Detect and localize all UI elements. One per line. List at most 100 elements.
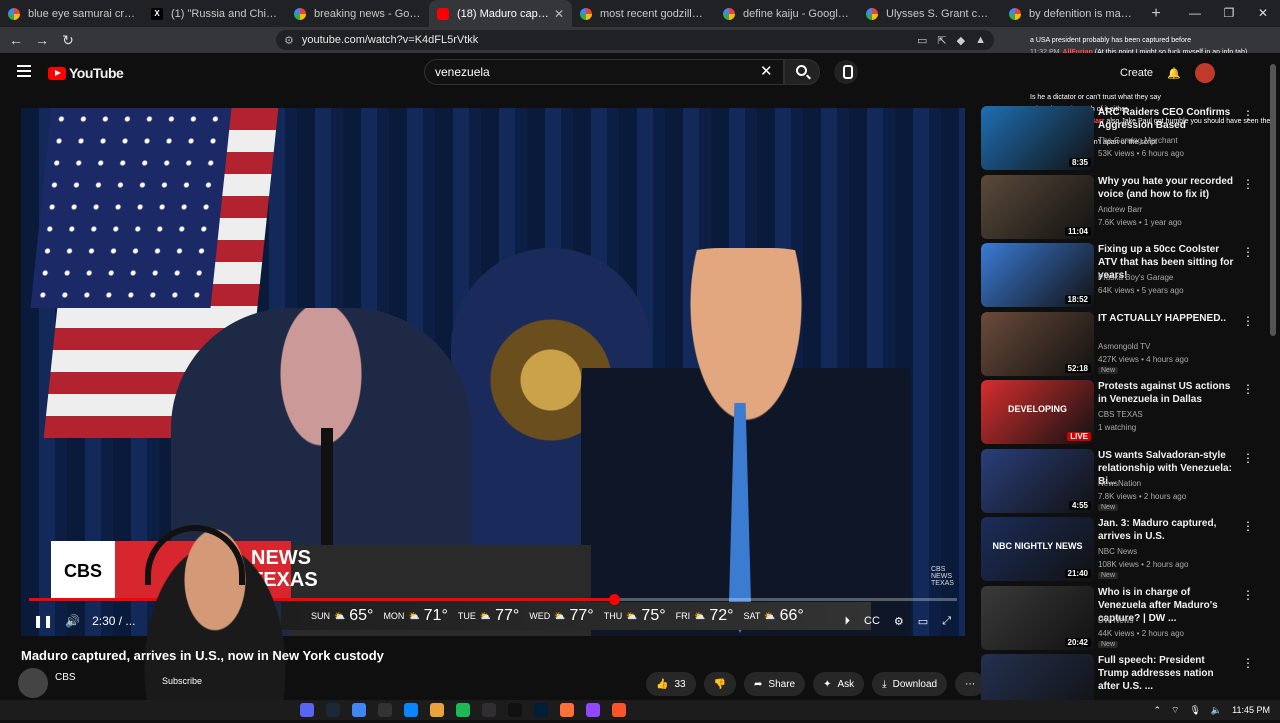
create-button[interactable]: Create xyxy=(1120,67,1153,79)
network-icon[interactable]: ⌔ xyxy=(1171,705,1179,716)
subscribe-button[interactable]: Subscribe xyxy=(162,676,202,686)
share-button[interactable]: ➦ Share xyxy=(744,672,806,696)
browser-icon[interactable] xyxy=(352,703,366,717)
miniplayer-icon[interactable]: ▭ xyxy=(918,615,928,628)
maximize-button[interactable]: ❐ xyxy=(1212,0,1246,27)
minimize-button[interactable]: — xyxy=(1178,0,1212,27)
recommended-video[interactable]: 11:04 Why you hate your recorded voice (… xyxy=(980,174,1265,244)
more-options-icon[interactable]: ⋮ xyxy=(1242,108,1254,122)
dislike-button[interactable]: 👎 xyxy=(703,672,737,696)
close-tab-icon[interactable]: ✕ xyxy=(554,7,564,21)
brave-shield-icon[interactable]: ◆ xyxy=(957,34,965,47)
video-thumbnail[interactable]: DEVELOPING LIVE xyxy=(981,380,1094,444)
more-options-icon[interactable]: ⋮ xyxy=(1242,519,1254,533)
recommended-video[interactable]: DEVELOPING LIVE Protests against US actio… xyxy=(980,380,1265,449)
voice-search-button[interactable] xyxy=(834,60,858,84)
autoplay-toggle[interactable]: ⏵ xyxy=(845,615,851,628)
video-thumbnail[interactable]: 8:35 xyxy=(981,106,1094,170)
video-thumbnail[interactable]: NBC NIGHTLY NEWS 21:40 xyxy=(981,517,1094,581)
discord-icon[interactable] xyxy=(300,703,314,717)
gallery-icon[interactable] xyxy=(430,703,444,717)
search-button[interactable] xyxy=(784,59,820,85)
clear-search-icon[interactable]: ✕ xyxy=(760,62,773,80)
recommended-video[interactable]: 20:42 Who is in charge of Venezuela afte… xyxy=(980,585,1265,655)
more-options-icon[interactable]: ⋮ xyxy=(1242,382,1254,396)
channel-name[interactable]: NewsNation xyxy=(1098,479,1141,488)
video-title[interactable]: Jan. 3: Maduro captured, arrives in U.S. xyxy=(1098,517,1238,543)
close-window-button[interactable]: ✕ xyxy=(1246,0,1280,27)
video-thumbnail[interactable]: 11:04 xyxy=(981,174,1094,239)
recommended-video[interactable]: 52:18 IT ACTUALLY HAPPENED.. Asmongold T… xyxy=(980,311,1265,381)
messenger-icon[interactable] xyxy=(404,703,418,717)
download-button[interactable]: ⤓ Download xyxy=(872,672,948,696)
share-icon[interactable]: ⇱ xyxy=(937,34,946,47)
tiktok-icon[interactable] xyxy=(508,703,522,717)
video-title[interactable]: Protests against US actions in Venezuela… xyxy=(1098,380,1238,406)
video-thumbnail[interactable]: 20:42 xyxy=(981,585,1094,650)
like-button[interactable]: 👍 33 xyxy=(646,672,696,696)
captions-icon[interactable]: CC xyxy=(864,615,880,627)
channel-name[interactable]: CBS xyxy=(55,672,76,683)
channel-name[interactable]: Andrew Barr xyxy=(1098,205,1142,214)
more-options-icon[interactable]: ⋮ xyxy=(1242,245,1254,259)
more-options-icon[interactable]: ⋮ xyxy=(1242,588,1254,602)
hamburger-menu-icon[interactable] xyxy=(17,65,31,77)
scrollbar[interactable] xyxy=(1270,64,1276,336)
ask-button[interactable]: ✦ Ask xyxy=(813,672,865,696)
more-options-icon[interactable]: ⋮ xyxy=(1242,656,1254,670)
steam-icon[interactable] xyxy=(326,703,340,717)
notifications-icon[interactable]: 🔔 xyxy=(1167,67,1181,80)
video-title[interactable]: Full speech: President Trump addresses n… xyxy=(1098,654,1238,693)
chevron-up-icon[interactable]: ⌃ xyxy=(1153,705,1161,716)
video-title[interactable]: IT ACTUALLY HAPPENED.. xyxy=(1098,312,1238,325)
avatar[interactable] xyxy=(1194,63,1215,83)
channel-name[interactable]: CBS TEXAS xyxy=(1098,410,1143,419)
channel-name[interactable]: Praska Boy's Garage xyxy=(1098,273,1173,282)
channel-name[interactable]: DW News xyxy=(1098,616,1134,625)
recommended-video[interactable]: 8:35 ARC Raiders CEO Confirms Aggression… xyxy=(980,106,1265,175)
browser-tab[interactable]: define kaiju - Google Search xyxy=(715,0,858,27)
forward-icon[interactable]: → xyxy=(32,32,52,48)
browser-tab[interactable]: most recent godzilla movie - G xyxy=(572,0,715,27)
obs-icon[interactable] xyxy=(482,703,496,717)
browser-tab[interactable]: (18) Maduro captured ✕ xyxy=(429,0,572,27)
volume-icon[interactable]: 🔊 xyxy=(65,614,80,628)
channel-name[interactable]: NBC News xyxy=(1098,547,1137,556)
browser-tab[interactable]: by defenition is maduro a dicta xyxy=(1001,0,1144,27)
epic-icon[interactable] xyxy=(378,703,392,717)
cast-icon[interactable]: ▭ xyxy=(917,34,927,47)
settings-icon[interactable]: ⚙ xyxy=(894,615,904,628)
back-icon[interactable]: ← xyxy=(6,32,26,48)
recommended-video[interactable]: 18:52 Fixing up a 50cc Coolster ATV that… xyxy=(980,243,1265,312)
more-options-icon[interactable]: ⋮ xyxy=(1242,451,1254,465)
firefox-icon[interactable] xyxy=(560,703,574,717)
video-thumbnail[interactable]: 4:55 xyxy=(981,448,1094,513)
reload-icon[interactable]: ↻ xyxy=(58,32,78,49)
channel-name[interactable]: The Gaming Merchant xyxy=(1098,136,1178,145)
browser-tab[interactable]: breaking news - Google Search xyxy=(286,0,429,27)
spotify-icon[interactable] xyxy=(456,703,470,717)
new-tab-button[interactable]: + xyxy=(1144,5,1168,23)
recommended-video[interactable]: NBC NIGHTLY NEWS 21:40 Jan. 3: Maduro cap… xyxy=(980,517,1265,586)
speaker-icon[interactable]: 🔈 xyxy=(1211,705,1222,716)
brave-icon[interactable] xyxy=(612,703,626,717)
video-title[interactable]: ARC Raiders CEO Confirms Aggression Base… xyxy=(1098,106,1238,132)
microphone-icon[interactable]: 🎙 xyxy=(1189,705,1200,716)
search-input[interactable]: venezuela xyxy=(424,59,784,85)
rewards-icon[interactable]: ▲ xyxy=(975,34,986,47)
channel-name[interactable]: Asmongold TV xyxy=(1098,342,1150,351)
pause-icon[interactable]: ❚❚ xyxy=(33,614,53,628)
video-thumbnail[interactable]: 52:18 xyxy=(981,311,1094,376)
more-options-icon[interactable]: ⋮ xyxy=(1242,314,1254,328)
site-info-icon[interactable]: ⚙ xyxy=(284,34,294,47)
video-thumbnail[interactable]: 18:52 xyxy=(981,243,1094,307)
browser-tab[interactable]: X (1) "Russia and China" - Search xyxy=(143,0,286,27)
fullscreen-icon[interactable]: ⤢ xyxy=(942,615,951,628)
channel-avatar[interactable] xyxy=(18,668,48,698)
more-options-icon[interactable]: ⋮ xyxy=(1242,177,1254,191)
photoshop-icon[interactable] xyxy=(534,703,548,717)
video-title[interactable]: Why you hate your recorded voice (and ho… xyxy=(1098,175,1238,201)
youtube-logo[interactable]: YouTube xyxy=(48,65,124,81)
omnibox[interactable]: ⚙ youtube.com/watch?v=K4dFL5rVtkk ▭ ⇱ ◆ … xyxy=(276,30,994,50)
recommended-video[interactable]: 4:55 US wants Salvadoran-style relations… xyxy=(980,448,1265,518)
